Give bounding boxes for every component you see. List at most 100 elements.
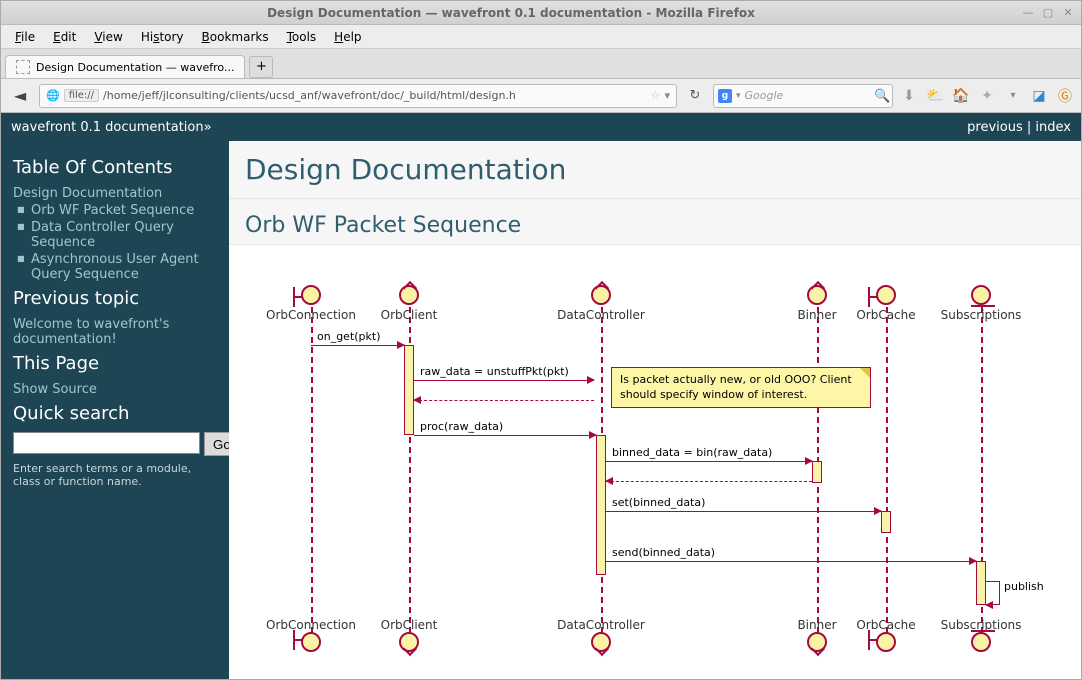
actor-foot-icon	[876, 632, 896, 652]
message-arrow: send(binned_data)	[606, 561, 976, 562]
message-arrow: set(binned_data)	[606, 511, 881, 512]
toc-item-2[interactable]: Asynchronous User Agent Query Sequence	[31, 252, 199, 282]
menu-history[interactable]: History	[133, 28, 192, 46]
actor-label: OrbCache	[856, 618, 915, 632]
toc-item-1[interactable]: Data Controller Query Sequence	[31, 220, 174, 250]
quicksearch-go-button[interactable]	[204, 432, 229, 456]
page-icon	[16, 60, 30, 74]
url-bar[interactable]: 🌐 file:// /home/jeff/jlconsulting/client…	[39, 84, 677, 108]
diagram-note: Is packet actually new, or old OOO? Clie…	[611, 367, 871, 408]
thispage-heading: This Page	[13, 353, 217, 374]
page-h2: Orb WF Packet Sequence	[229, 199, 1081, 245]
page-viewport: wavefront 0.1 documentation » previous |…	[1, 113, 1081, 679]
message-arrow: raw_data = unstuffPkt(pkt)	[414, 380, 594, 381]
tabbar: Design Documentation — wavefro... +	[1, 49, 1081, 79]
breadcrumb-sep: »	[204, 120, 212, 135]
content-area[interactable]: Design Documentation Orb WF Packet Seque…	[229, 141, 1081, 679]
page-h1: Design Documentation	[229, 141, 1081, 199]
window-title: Design Documentation — wavefront 0.1 doc…	[7, 6, 1015, 20]
actor-label: OrbConnection	[266, 308, 356, 322]
actor-label: Subscriptions	[941, 308, 1022, 322]
search-placeholder: Google	[745, 89, 784, 102]
actor-foot-icon	[807, 632, 827, 652]
maximize-button[interactable]: ▢	[1041, 6, 1055, 20]
globe-icon: 🌐	[46, 89, 60, 102]
menubar: File Edit View History Bookmarks Tools H…	[1, 25, 1081, 49]
prev-topic-link[interactable]: Welcome to wavefront's documentation!	[13, 317, 169, 347]
reload-button[interactable]: ↻	[683, 88, 707, 103]
actor-head-icon	[807, 285, 827, 305]
activation-bar	[404, 345, 414, 435]
self-message: publish	[986, 581, 1000, 605]
quicksearch-input[interactable]	[13, 432, 200, 454]
google-icon: g	[718, 89, 732, 103]
minimize-button[interactable]: —	[1021, 6, 1035, 20]
message-arrow: binned_data = bin(raw_data)	[606, 461, 812, 462]
extension-icon-1[interactable]: ◪	[1029, 86, 1049, 106]
show-source-link[interactable]: Show Source	[13, 382, 97, 397]
home-icon[interactable]: 🏠	[951, 86, 971, 106]
actor-label: DataController	[557, 308, 645, 322]
prev-topic-heading: Previous topic	[13, 288, 217, 309]
actor-label: OrbCache	[856, 308, 915, 322]
url-dropdown-icon[interactable]: ▾	[664, 89, 670, 102]
toc-heading: Table Of Contents	[13, 157, 217, 178]
toc-root[interactable]: Design Documentation	[13, 186, 162, 201]
link-index[interactable]: index	[1035, 120, 1071, 135]
activation-bar	[596, 435, 606, 575]
actor-head-icon	[301, 285, 321, 305]
bookmark-star-icon[interactable]: ☆	[651, 89, 661, 102]
tab-label: Design Documentation — wavefro...	[36, 61, 234, 74]
relbar: wavefront 0.1 documentation » previous |…	[1, 113, 1081, 141]
toc-item-0[interactable]: Orb WF Packet Sequence	[31, 203, 194, 218]
menu-edit[interactable]: Edit	[45, 28, 84, 46]
menu-view[interactable]: View	[86, 28, 130, 46]
actor-label: OrbConnection	[266, 618, 356, 632]
search-dropdown-icon[interactable]: ▾	[736, 91, 741, 101]
menu-file[interactable]: File	[7, 28, 43, 46]
navbar: ◄ 🌐 file:// /home/jeff/jlconsulting/clie…	[1, 79, 1081, 113]
actor-foot-icon	[301, 632, 321, 652]
url-scheme: file://	[64, 89, 99, 102]
actor-foot-icon	[971, 632, 991, 652]
message-arrow: on_get(pkt)	[311, 345, 404, 346]
message-return	[414, 400, 594, 401]
actor-label: OrbClient	[381, 618, 438, 632]
quicksearch-heading: Quick search	[13, 403, 217, 424]
search-icon[interactable]: 🔍	[874, 89, 888, 103]
menu-help[interactable]: Help	[326, 28, 369, 46]
relbar-right: previous | index	[967, 120, 1071, 135]
actor-label: DataController	[557, 618, 645, 632]
message-arrow: proc(raw_data)	[414, 435, 596, 436]
actor-head-icon	[399, 285, 419, 305]
titlebar: Design Documentation — wavefront 0.1 doc…	[1, 1, 1081, 25]
search-box[interactable]: g ▾ Google 🔍	[713, 84, 893, 108]
url-path: /home/jeff/jlconsulting/clients/ucsd_anf…	[103, 89, 647, 102]
close-button[interactable]: ✕	[1061, 6, 1075, 20]
activation-bar	[881, 511, 891, 533]
activation-bar	[976, 561, 986, 605]
actor-foot-icon	[591, 632, 611, 652]
sidebar: Table Of Contents Design Documentation O…	[1, 141, 229, 679]
sparkle-icon[interactable]: ✦	[977, 86, 997, 106]
activation-bar	[812, 461, 822, 483]
actor-label: OrbClient	[381, 308, 438, 322]
actor-foot-icon	[399, 632, 419, 652]
page-body: Table Of Contents Design Documentation O…	[1, 141, 1081, 679]
quicksearch-hint: Enter search terms or a module, class or…	[13, 462, 217, 488]
back-button[interactable]: ◄	[7, 83, 33, 109]
actor-head-icon	[876, 285, 896, 305]
extension-icon-2[interactable]: Ⓖ	[1055, 86, 1075, 106]
weather-icon[interactable]: ⛅	[925, 86, 945, 106]
menu-dropdown-icon[interactable]: ▾	[1003, 86, 1023, 106]
breadcrumb-root[interactable]: wavefront 0.1 documentation	[11, 120, 204, 135]
actor-head-icon	[971, 285, 991, 305]
link-previous[interactable]: previous	[967, 120, 1023, 135]
menu-tools[interactable]: Tools	[279, 28, 325, 46]
new-tab-button[interactable]: +	[249, 56, 273, 78]
message-return	[606, 481, 812, 482]
tab-active[interactable]: Design Documentation — wavefro...	[5, 55, 245, 78]
download-icon[interactable]: ⬇	[899, 86, 919, 106]
menu-bookmarks[interactable]: Bookmarks	[194, 28, 277, 46]
actor-head-icon	[591, 285, 611, 305]
